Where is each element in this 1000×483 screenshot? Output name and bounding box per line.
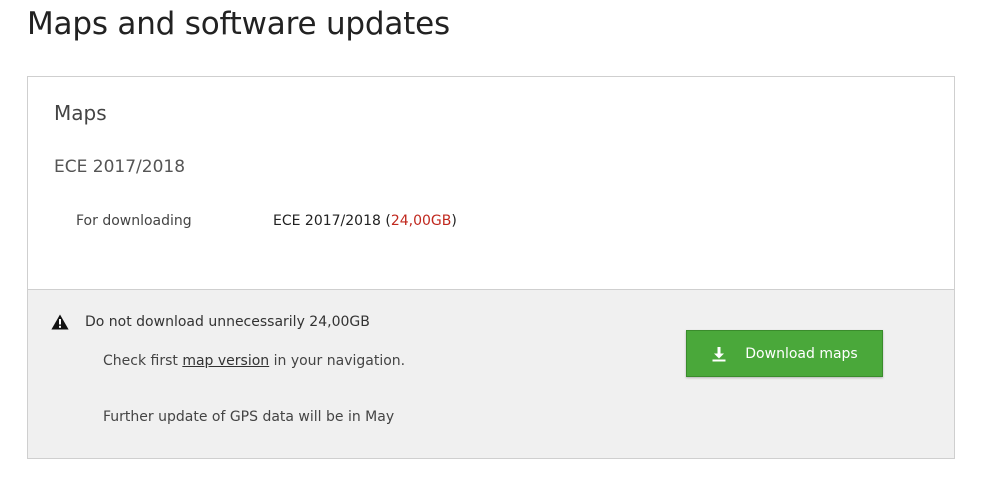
- download-value-close: ): [451, 213, 457, 229]
- download-label: For downloading: [76, 213, 192, 229]
- download-maps-button[interactable]: Download maps: [686, 330, 883, 377]
- download-maps-label: Download maps: [745, 345, 858, 362]
- maps-heading: Maps: [54, 101, 107, 125]
- map-version-link[interactable]: map version: [182, 353, 269, 369]
- download-value-name: ECE 2017/2018 (: [273, 213, 391, 229]
- check-version-text: Check first map version in your navigati…: [103, 353, 405, 369]
- download-icon: [712, 346, 726, 361]
- maps-info-section: Maps ECE 2017/2018 For downloading ECE 2…: [28, 77, 954, 289]
- warning-title: Do not download unnecessarily 24,00GB: [85, 314, 370, 330]
- page-title: Maps and software updates: [27, 6, 450, 42]
- gps-update-text: Further update of GPS data will be in Ma…: [103, 409, 395, 425]
- check-prefix: Check first: [103, 353, 183, 369]
- download-size: 24,00GB: [390, 213, 452, 229]
- download-value: ECE 2017/2018 (24,00GB): [273, 213, 457, 229]
- maps-panel: Maps ECE 2017/2018 For downloading ECE 2…: [27, 76, 955, 459]
- map-name: ECE 2017/2018: [54, 157, 186, 177]
- check-suffix: in your navigation.: [269, 353, 406, 369]
- warning-icon: [51, 314, 69, 330]
- download-notice-section: Do not download unnecessarily 24,00GB Ch…: [28, 289, 954, 458]
